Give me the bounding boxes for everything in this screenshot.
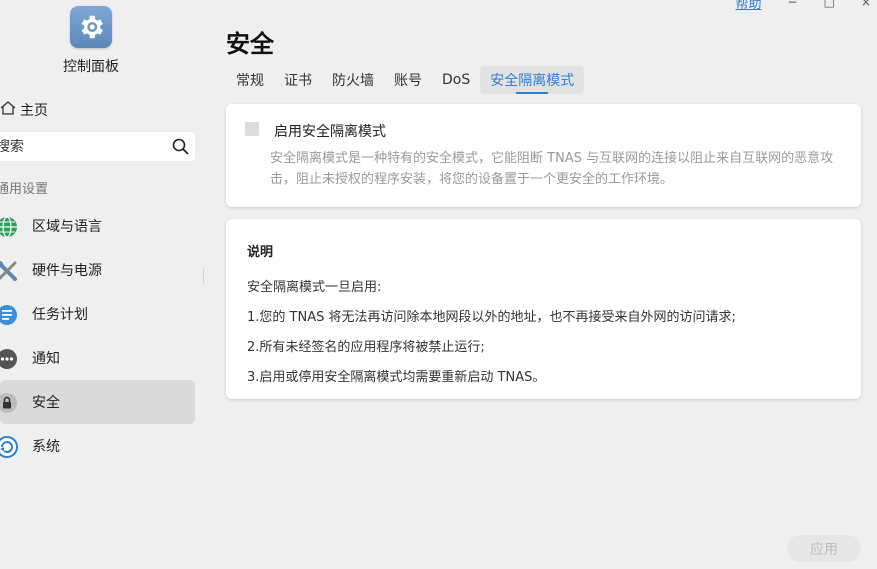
enable-isolation-checkbox[interactable] <box>245 122 259 136</box>
sidebar-item-label: 硬件与电源 <box>32 263 102 279</box>
app-title: 控制面板 <box>63 59 119 75</box>
search-icon[interactable] <box>172 138 189 159</box>
tab-bar: 常规 证书 防火墙 账号 DoS 安全隔离模式 <box>226 66 585 94</box>
notes-item: 3.启用或停用安全隔离模式均需要重新启动 TNAS。 <box>247 370 546 385</box>
sidebar-nav: 区域与语言 硬件与电源 任务计划 通知 安全 系统 <box>0 204 195 468</box>
tools-icon <box>0 260 18 282</box>
globe-icon <box>0 216 18 238</box>
isolation-mode-option-card: 启用安全隔离模式 安全隔离模式是一种特有的安全模式，它能阻断 TNAS 与互联网… <box>226 104 861 207</box>
notes-item: 1.您的 TNAS 将无法再访问除本地网段以外的地址，也不再接受来自外网的访问请… <box>247 310 736 325</box>
isolation-description: 安全隔离模式是一种特有的安全模式，它能阻断 TNAS 与互联网的连接以阻止来自互… <box>270 151 834 187</box>
section-label-general: 通用设置 <box>0 182 49 197</box>
notes-card: 说明 安全隔离模式一旦启用: 1.您的 TNAS 将无法再访问除本地网段以外的地… <box>226 219 861 399</box>
search-box <box>0 132 195 161</box>
tab-dos[interactable]: DoS <box>432 66 480 94</box>
help-link[interactable]: 帮助 <box>736 0 762 12</box>
sidebar-resize-handle[interactable] <box>203 268 204 284</box>
page-title: 安全 <box>226 30 274 58</box>
sidebar-item-label: 区域与语言 <box>32 219 102 235</box>
notes-intro: 安全隔离模式一旦启用: <box>247 280 382 295</box>
sidebar-home[interactable]: 主页 <box>0 100 48 120</box>
sidebar-item-region-language[interactable]: 区域与语言 <box>0 204 195 248</box>
notes-heading: 说明 <box>247 245 274 260</box>
sidebar-item-hardware-power[interactable]: 硬件与电源 <box>0 248 195 292</box>
sidebar-item-security[interactable]: 安全 <box>0 380 195 424</box>
tab-certificate[interactable]: 证书 <box>274 66 322 94</box>
tab-account[interactable]: 账号 <box>384 66 432 94</box>
sidebar-item-system[interactable]: 系统 <box>0 424 195 468</box>
window-controls: 帮助 − □ × <box>736 0 871 12</box>
notes-item: 2.所有未经签名的应用程序将被禁止运行; <box>247 340 485 355</box>
minimize-button[interactable]: − <box>788 0 798 9</box>
sidebar-item-label: 系统 <box>32 439 60 455</box>
system-refresh-icon <box>0 436 18 458</box>
sidebar-item-notifications[interactable]: 通知 <box>0 336 195 380</box>
tab-firewall[interactable]: 防火墙 <box>322 66 384 94</box>
sidebar-item-task-schedule[interactable]: 任务计划 <box>0 292 195 336</box>
sidebar-item-label: 安全 <box>32 395 60 411</box>
tab-security-isolation-mode[interactable]: 安全隔离模式 <box>480 66 585 94</box>
enable-isolation-label[interactable]: 启用安全隔离模式 <box>274 121 386 141</box>
home-icon <box>0 100 16 120</box>
tab-general[interactable]: 常规 <box>226 66 274 94</box>
home-label: 主页 <box>20 103 48 119</box>
apply-button[interactable]: 应用 <box>787 535 861 562</box>
search-input[interactable] <box>0 138 156 155</box>
sidebar: 控制面板 主页 通用设置 区域与语言 硬件与电源 <box>0 0 205 569</box>
control-panel-gear-icon <box>70 6 112 48</box>
task-list-icon <box>0 304 18 326</box>
close-button[interactable]: × <box>861 0 871 9</box>
maximize-button[interactable]: □ <box>824 0 835 9</box>
chat-bubble-icon <box>0 348 18 370</box>
lock-icon <box>0 392 18 414</box>
sidebar-item-label: 任务计划 <box>32 307 88 323</box>
sidebar-item-label: 通知 <box>32 351 60 367</box>
